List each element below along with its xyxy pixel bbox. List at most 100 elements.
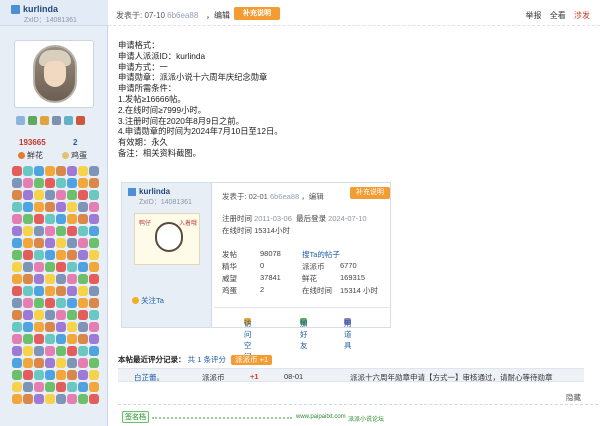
medal-icon[interactable]	[67, 178, 77, 188]
medal-icon[interactable]	[56, 274, 66, 284]
medal-icon[interactable]	[89, 238, 99, 248]
medal-icon[interactable]	[89, 166, 99, 176]
medal-icon[interactable]	[89, 310, 99, 320]
medal-icon[interactable]	[45, 202, 55, 212]
medal-icon[interactable]	[89, 178, 99, 188]
medal-icon[interactable]	[12, 346, 22, 356]
medal-icon[interactable]	[45, 226, 55, 236]
medal-icon[interactable]	[56, 202, 66, 212]
medal-icon[interactable]	[23, 250, 33, 260]
medal-icon[interactable]	[67, 250, 77, 260]
medal-icon[interactable]	[45, 286, 55, 296]
medal-icon[interactable]	[12, 262, 22, 272]
hide-button[interactable]: 隐藏	[566, 392, 581, 403]
avatar[interactable]	[14, 40, 94, 108]
medal-icon[interactable]	[89, 370, 99, 380]
medal-icon[interactable]	[34, 286, 44, 296]
medal-icon[interactable]	[89, 394, 99, 404]
medal-icon[interactable]	[78, 250, 88, 260]
medal-icon[interactable]	[23, 346, 33, 356]
medal-icon[interactable]	[56, 382, 66, 392]
medal-icon[interactable]	[23, 190, 33, 200]
medal-icon[interactable]	[56, 298, 66, 308]
medal-icon[interactable]	[67, 394, 77, 404]
medal-icon[interactable]	[89, 214, 99, 224]
medal-icon[interactable]	[12, 226, 22, 236]
medal-icon[interactable]	[34, 202, 44, 212]
medal-icon[interactable]	[12, 394, 22, 404]
medal-icon[interactable]	[56, 190, 66, 200]
medal-icon[interactable]	[34, 214, 44, 224]
medal-icon[interactable]	[56, 178, 66, 188]
edit-link[interactable]: ，编辑	[206, 10, 230, 21]
medal-icon[interactable]	[12, 274, 22, 284]
medal-icon[interactable]	[45, 274, 55, 284]
medal-icon[interactable]	[34, 226, 44, 236]
medal-icon[interactable]	[67, 358, 77, 368]
medal-icon[interactable]	[12, 358, 22, 368]
medal-icon[interactable]	[12, 202, 22, 212]
medal-icon[interactable]	[45, 394, 55, 404]
medal-icon[interactable]	[34, 238, 44, 248]
medal-icon[interactable]	[56, 358, 66, 368]
medal-icon[interactable]	[12, 190, 22, 200]
medal-icon[interactable]	[45, 358, 55, 368]
attached-screenshot[interactable]: kurlinda ZxID：14081361 鸭仔 入着哦 关注Ta 发表于: …	[121, 182, 391, 361]
medal-icon[interactable]	[56, 250, 66, 260]
medal-icon[interactable]	[45, 250, 55, 260]
medal-icon[interactable]	[89, 226, 99, 236]
medal-icon[interactable]	[56, 394, 66, 404]
medal-icon[interactable]	[78, 202, 88, 212]
medal-icon[interactable]	[67, 226, 77, 236]
medal-icon[interactable]	[67, 370, 77, 380]
medal-icon[interactable]	[45, 262, 55, 272]
medal-icon[interactable]	[34, 334, 44, 344]
flower-button[interactable]: 鲜花	[18, 150, 43, 161]
medal-icon[interactable]	[78, 382, 88, 392]
medal-icon[interactable]	[23, 370, 33, 380]
medal-icon[interactable]	[89, 346, 99, 356]
medal-icon[interactable]	[78, 226, 88, 236]
medal-icon[interactable]	[23, 274, 33, 284]
medal-icon[interactable]	[23, 334, 33, 344]
medal-icon[interactable]	[34, 166, 44, 176]
medal-icon[interactable]	[34, 274, 44, 284]
medal-icon[interactable]	[23, 238, 33, 248]
medal-icon[interactable]	[12, 322, 22, 332]
medal-icon[interactable]	[45, 214, 55, 224]
medal-icon[interactable]	[67, 238, 77, 248]
medal-icon[interactable]	[34, 358, 44, 368]
medal-icon[interactable]	[12, 334, 22, 344]
medal-icon[interactable]	[45, 382, 55, 392]
medal-icon[interactable]	[89, 190, 99, 200]
medal-icon[interactable]	[12, 166, 22, 176]
medal-icon[interactable]	[45, 298, 55, 308]
medal-icon[interactable]	[67, 310, 77, 320]
medal-icon[interactable]	[89, 274, 99, 284]
medal-icon[interactable]	[78, 298, 88, 308]
medal-icon[interactable]	[34, 394, 44, 404]
medal-icon[interactable]	[56, 322, 66, 332]
medal-icon[interactable]	[34, 346, 44, 356]
medal-icon[interactable]	[23, 178, 33, 188]
medal-icon[interactable]	[23, 226, 33, 236]
medal-icon[interactable]	[89, 322, 99, 332]
report-link[interactable]: 举报	[526, 11, 542, 20]
message-icon[interactable]	[16, 116, 25, 125]
medal-icon[interactable]	[34, 262, 44, 272]
medal-icon[interactable]	[67, 346, 77, 356]
medal-icon[interactable]	[78, 178, 88, 188]
medal-icon[interactable]	[45, 346, 55, 356]
medal-icon[interactable]	[34, 250, 44, 260]
medal-icon[interactable]	[45, 238, 55, 248]
medal-icon[interactable]	[12, 382, 22, 392]
medal-icon[interactable]	[67, 286, 77, 296]
medal-icon[interactable]	[12, 238, 22, 248]
medal-icon[interactable]	[12, 298, 22, 308]
medal-icon[interactable]	[89, 298, 99, 308]
medal-icon[interactable]	[78, 238, 88, 248]
signature-url[interactable]: www.paipaitxt.com	[296, 414, 346, 420]
medal-icon[interactable]	[34, 298, 44, 308]
medal-icon[interactable]	[23, 322, 33, 332]
medal-icon[interactable]	[45, 166, 55, 176]
